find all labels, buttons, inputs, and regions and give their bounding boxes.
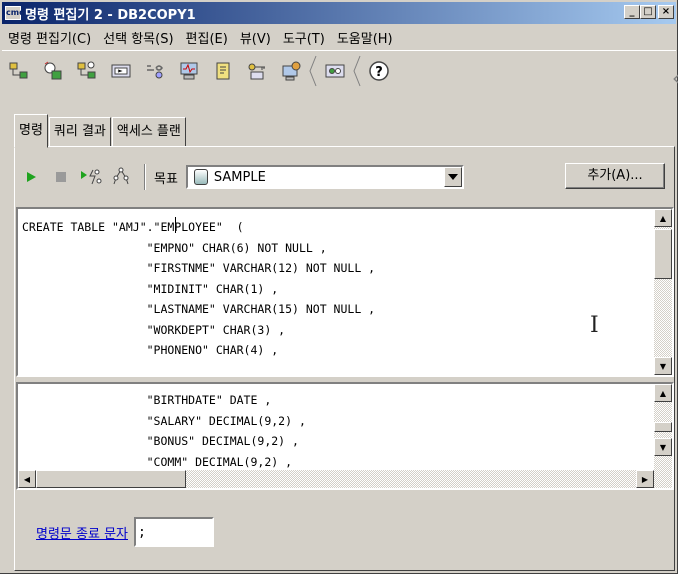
text-caret xyxy=(175,217,176,233)
health-center-icon[interactable] xyxy=(172,56,206,86)
task-center-icon[interactable] xyxy=(138,56,172,86)
journal-icon[interactable] xyxy=(206,56,240,86)
menu-edit[interactable]: 편집(E) xyxy=(180,28,234,47)
tab-strip: 명령 쿼리 결과 액세스 플랜 xyxy=(14,111,187,148)
command-output-area[interactable]: "BIRTHDATE" DATE , "SALARY" DECIMAL(9,2)… xyxy=(16,382,674,490)
window-controls: _ □ × xyxy=(624,5,674,19)
menu-selected[interactable]: 선택 항목(S) xyxy=(97,28,179,47)
toolbar-separator xyxy=(308,54,318,88)
scroll-right-icon[interactable]: ▶ xyxy=(636,470,654,488)
statement-terminator-input[interactable]: ; xyxy=(134,517,214,547)
menu-view[interactable]: 뷰(V) xyxy=(234,28,277,47)
command-editor-window: cmd 명령 편집기 2 - DB2COPY1 _ □ × 명령 편집기(C) … xyxy=(0,0,678,574)
main-toolbar: ? xyxy=(2,50,676,90)
menu-command-editor[interactable]: 명령 편집기(C) xyxy=(2,28,97,47)
target-database-select[interactable]: SAMPLE xyxy=(185,165,464,189)
tools-settings-icon[interactable] xyxy=(318,56,352,86)
replication-center-icon[interactable] xyxy=(36,56,70,86)
title-bar[interactable]: cmd 명령 편집기 2 - DB2COPY1 _ □ × xyxy=(2,2,676,24)
toolbar-overflow-chevron: ‹ xyxy=(672,66,678,90)
window-title: 명령 편집기 2 - DB2COPY1 xyxy=(25,7,196,23)
vertical-scrollbar[interactable]: ▲ ▼ xyxy=(654,384,672,474)
text-cursor-icon: I xyxy=(590,313,599,338)
command-editor-icon[interactable] xyxy=(104,56,138,86)
control-center-icon[interactable] xyxy=(2,56,36,86)
target-database-value: SAMPLE xyxy=(213,169,266,185)
menu-help[interactable]: 도움말(H) xyxy=(331,28,399,47)
scroll-up-icon[interactable]: ▲ xyxy=(654,384,672,402)
minimize-button[interactable]: _ xyxy=(624,5,640,19)
app-icon: cmd xyxy=(5,6,25,20)
toolbar-separator xyxy=(352,54,362,88)
close-button[interactable]: × xyxy=(658,5,674,19)
menu-tools[interactable]: 도구(T) xyxy=(277,28,331,47)
scroll-down-icon[interactable]: ▼ xyxy=(654,438,672,456)
runbar-separator xyxy=(144,164,146,190)
command-input-area[interactable]: CREATE TABLE "AMJ"."EMPLOYEE" ( "EMPNO" … xyxy=(16,207,674,377)
tab-command[interactable]: 명령 xyxy=(14,114,48,148)
scroll-left-icon[interactable]: ◀ xyxy=(18,470,36,488)
run-icon[interactable] xyxy=(16,164,46,190)
development-center-icon[interactable] xyxy=(274,56,308,86)
scrollbar-thumb[interactable] xyxy=(654,229,672,279)
scroll-up-icon[interactable]: ▲ xyxy=(654,209,672,227)
statement-terminator-label[interactable]: 명령문 종료 문자 xyxy=(36,523,128,542)
terminator-row: 명령문 종료 문자 ; xyxy=(36,517,214,547)
scroll-down-icon[interactable]: ▼ xyxy=(654,357,672,375)
explain-and-run-icon[interactable] xyxy=(76,164,106,190)
svg-text:?: ? xyxy=(375,65,383,80)
satellite-admin-icon[interactable] xyxy=(70,56,104,86)
target-label: 목표 xyxy=(154,171,178,187)
license-center-icon[interactable] xyxy=(240,56,274,86)
access-plan-icon[interactable] xyxy=(106,164,136,190)
command-text-lower: "BIRTHDATE" DATE , "SALARY" DECIMAL(9,2)… xyxy=(146,393,306,469)
command-text: CREATE TABLE "AMJ"."EMPLOYEE" ( "EMPNO" … xyxy=(22,220,376,357)
help-icon[interactable]: ? xyxy=(362,56,396,86)
scrollbar-thumb[interactable] xyxy=(36,470,186,488)
vertical-scrollbar[interactable]: ▲ ▼ xyxy=(654,209,672,375)
scrollbar-thumb[interactable] xyxy=(654,422,672,432)
tab-query-results[interactable]: 쿼리 결과 xyxy=(48,117,111,147)
menu-bar: 명령 편집기(C) 선택 항목(S) 편집(E) 뷰(V) 도구(T) 도움말(… xyxy=(2,26,399,48)
tab-access-plan[interactable]: 액세스 플랜 xyxy=(111,117,186,147)
stop-icon[interactable] xyxy=(46,164,76,190)
database-icon xyxy=(193,169,208,185)
chevron-down-icon[interactable] xyxy=(443,167,462,187)
add-button[interactable]: 추가(A)... xyxy=(565,163,665,189)
maximize-button[interactable]: □ xyxy=(640,5,656,19)
horizontal-scrollbar[interactable]: ◀ ▶ xyxy=(18,470,672,488)
